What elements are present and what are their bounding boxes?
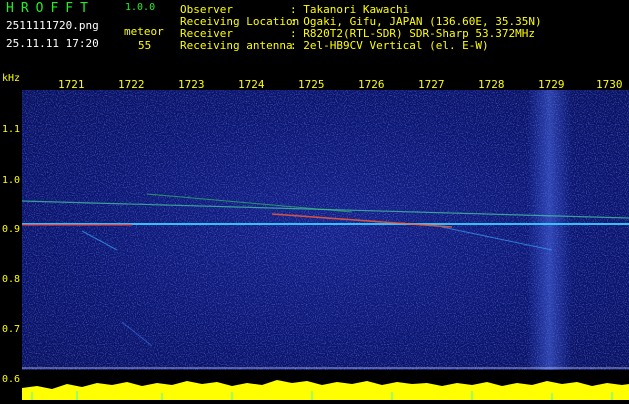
time-axis: 1721 1722 1723 1724 1725 1726 1727 1728 … bbox=[0, 78, 629, 91]
file-datetime: 25.11.11 17:20 bbox=[6, 37, 99, 50]
mode-label: meteor bbox=[124, 25, 164, 38]
spectrogram-panel bbox=[22, 90, 629, 370]
signal-level-strip bbox=[22, 370, 629, 400]
app-version: 1.0.0 bbox=[125, 2, 156, 13]
app-logo: HROFFT bbox=[6, 1, 95, 16]
header: HROFFT 1.0.0 2511111720.png 25.11.11 17:… bbox=[0, 0, 629, 78]
spectrogram-graphic bbox=[22, 90, 629, 370]
noise-band bbox=[527, 90, 572, 370]
meteor-count: 55 bbox=[138, 39, 152, 52]
freq-tick: 0.6 bbox=[2, 374, 21, 385]
info-label-antenna: Receiving antenna bbox=[180, 39, 293, 52]
freq-tick: 1.1 bbox=[2, 124, 21, 135]
freq-tick: 0.9 bbox=[2, 224, 21, 235]
file-name: 2511111720.png bbox=[6, 19, 99, 32]
freq-tick: 1.0 bbox=[2, 175, 21, 186]
info-value-antenna: : 2el-HB9CV Vertical (el. E-W) bbox=[290, 39, 489, 52]
signal-level-graphic bbox=[22, 380, 629, 400]
freq-tick: 0.8 bbox=[2, 274, 21, 285]
freq-tick: 0.7 bbox=[2, 324, 21, 335]
